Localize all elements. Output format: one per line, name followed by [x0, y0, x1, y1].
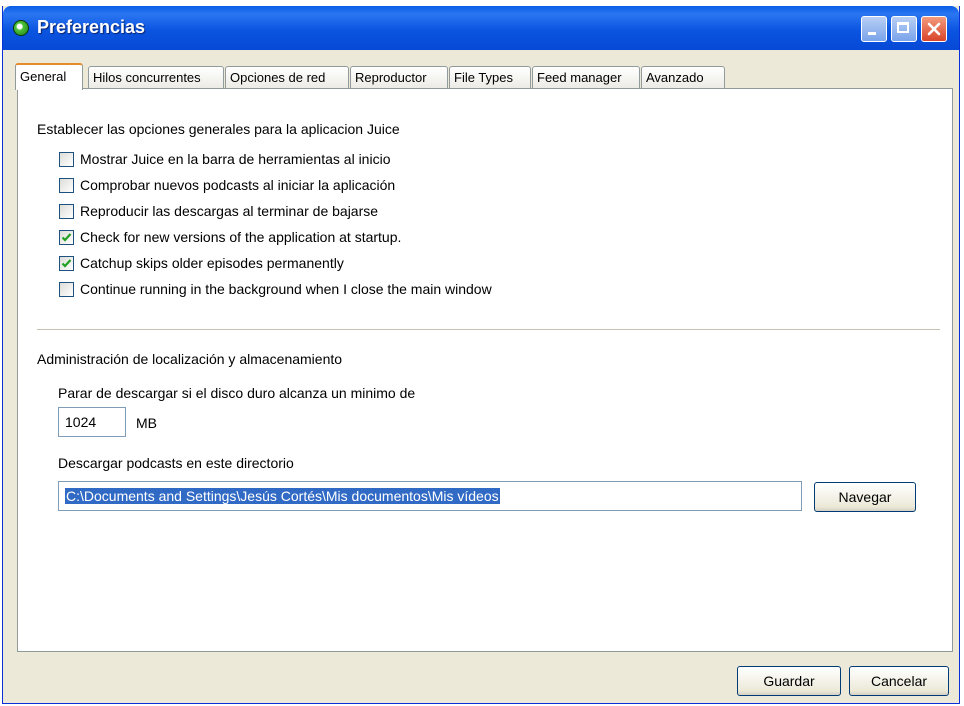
min-disk-label: Parar de descargar si el disco duro alca…: [58, 385, 416, 401]
option-label[interactable]: Check for new versions of the applicatio…: [80, 229, 401, 245]
option-label[interactable]: Continue running in the background when …: [80, 281, 492, 297]
window-title: Preferencias: [37, 17, 146, 37]
option-checkbox-checked[interactable]: [59, 230, 74, 245]
min-disk-unit: MB: [136, 415, 157, 431]
checkmark-icon: [61, 259, 72, 268]
tab-hilos-concurrentes[interactable]: Hilos concurrentes: [88, 66, 224, 88]
min-disk-input[interactable]: 1024: [58, 407, 126, 437]
general-heading: Establecer las opciones generales para l…: [37, 121, 400, 137]
maximize-button[interactable]: [891, 16, 917, 42]
close-button[interactable]: [921, 16, 947, 42]
option-checkbox[interactable]: [59, 204, 74, 219]
browse-button[interactable]: Navegar: [814, 482, 916, 512]
option-label[interactable]: Reproducir las descargas al terminar de …: [80, 203, 378, 219]
tab-feed-manager[interactable]: Feed manager: [532, 66, 640, 88]
tab-file-types[interactable]: File Types: [449, 66, 531, 88]
option-checkbox-checked[interactable]: [59, 256, 74, 271]
option-checkbox[interactable]: [59, 152, 74, 167]
tab-panel-general: Establecer las opciones generales para l…: [17, 88, 953, 652]
close-icon: [927, 22, 941, 36]
download-dir-input[interactable]: C:\Documents and Settings\Jesús Cortés\M…: [58, 481, 802, 511]
checkmark-icon: [61, 233, 72, 242]
save-button[interactable]: Guardar: [737, 666, 841, 696]
tab-opciones-de-red[interactable]: Opciones de red: [225, 66, 349, 88]
preferences-window: Preferencias General Hilos concurrentes …: [2, 6, 960, 704]
cancel-button[interactable]: Cancelar: [849, 666, 949, 696]
title-bar[interactable]: Preferencias: [3, 6, 959, 50]
option-checkbox[interactable]: [59, 282, 74, 297]
storage-heading: Administración de localización y almacen…: [37, 351, 343, 367]
option-label[interactable]: Comprobar nuevos podcasts al iniciar la …: [80, 177, 395, 193]
tab-reproductor[interactable]: Reproductor: [350, 66, 448, 88]
tab-avanzado[interactable]: Avanzado: [641, 66, 725, 88]
download-dir-value: C:\Documents and Settings\Jesús Cortés\M…: [65, 488, 500, 504]
tab-general[interactable]: General: [15, 63, 83, 90]
option-checkbox[interactable]: [59, 178, 74, 193]
section-divider: [37, 329, 940, 331]
option-label[interactable]: Catchup skips older episodes permanently: [80, 255, 344, 271]
minimize-button[interactable]: [861, 16, 887, 42]
app-icon: [13, 20, 29, 36]
download-dir-label: Descargar podcasts en este directorio: [58, 455, 294, 471]
option-label[interactable]: Mostrar Juice en la barra de herramienta…: [80, 151, 390, 167]
